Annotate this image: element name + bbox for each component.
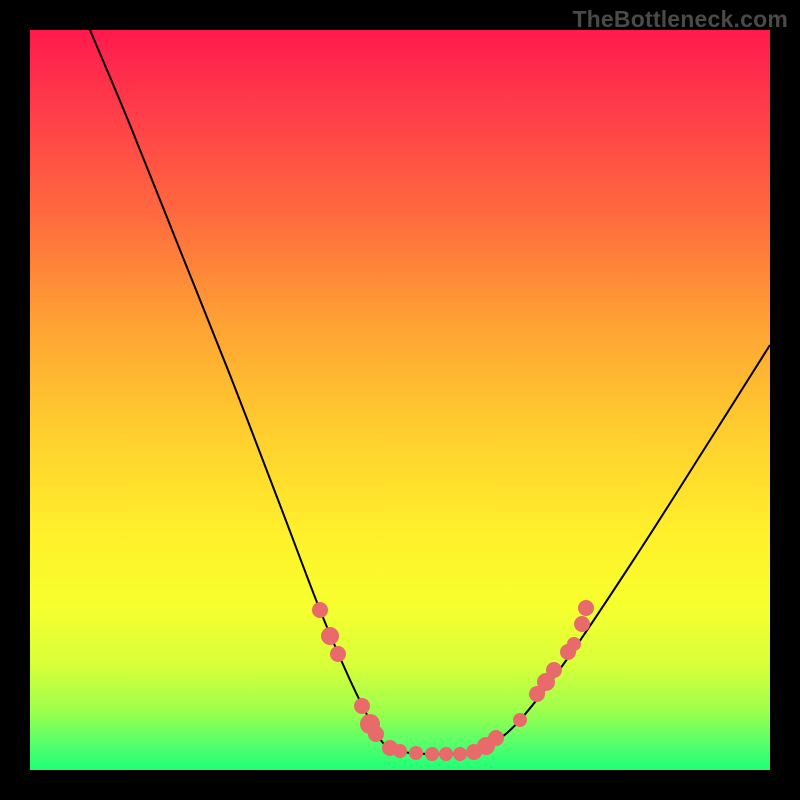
highlight-dot xyxy=(578,600,594,616)
highlight-dot xyxy=(488,730,504,746)
watermark-text: TheBottleneck.com xyxy=(572,6,788,33)
highlight-dot xyxy=(393,744,407,758)
highlight-dot xyxy=(567,637,581,651)
highlight-dot xyxy=(409,746,423,760)
highlight-dot xyxy=(453,747,467,761)
plot-area xyxy=(30,30,770,770)
highlight-dot xyxy=(368,726,384,742)
highlight-dots xyxy=(312,600,594,761)
highlight-dot xyxy=(574,616,590,632)
highlight-dot xyxy=(439,747,453,761)
highlight-dot xyxy=(321,627,339,645)
highlight-dot xyxy=(330,646,346,662)
highlight-dot xyxy=(354,698,370,714)
highlight-dot xyxy=(513,713,527,727)
bottleneck-curve xyxy=(90,30,770,754)
chart-svg xyxy=(30,30,770,770)
highlight-dot xyxy=(546,662,562,678)
highlight-dot xyxy=(312,602,328,618)
highlight-dot xyxy=(425,747,439,761)
curve-lines xyxy=(90,30,770,754)
